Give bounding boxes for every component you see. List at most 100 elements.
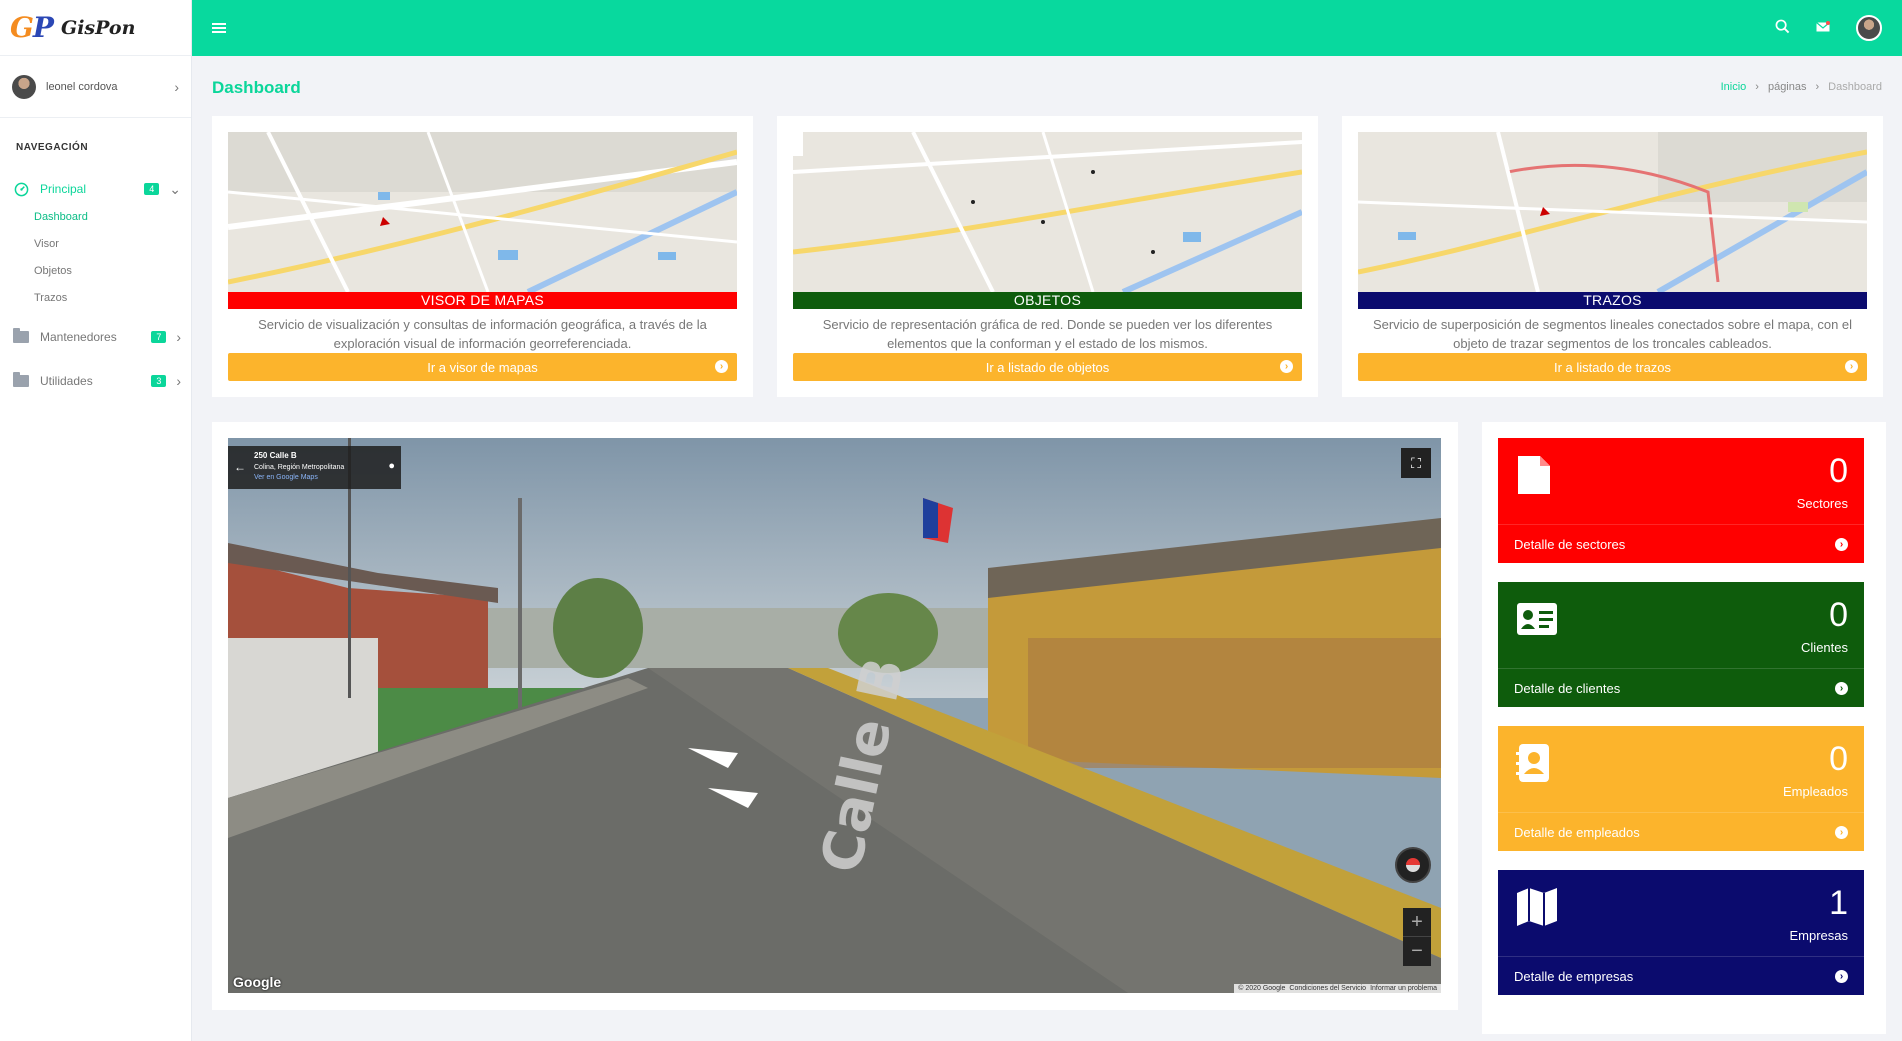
chevron-right-icon: ›: [176, 373, 181, 389]
sidebar: GP GisPon leonel cordova › NAVEGACIÓN Pr…: [0, 0, 192, 1041]
open-visor-button[interactable]: Ir a visor de mapas ›: [228, 353, 737, 381]
link-label: Detalle de sectores: [1514, 536, 1626, 552]
chevron-right-icon: ›: [176, 329, 181, 345]
sidebar-subitem-visor[interactable]: Visor: [0, 231, 191, 258]
card-title-bar: VISOR DE MAPAS: [228, 292, 737, 309]
arrow-circle-right-icon: ›: [1835, 825, 1848, 839]
link-label: Detalle de empleados: [1514, 824, 1640, 840]
card-description: Servicio de visualización y consultas de…: [258, 317, 707, 351]
top-navbar: [192, 0, 1902, 56]
mail-icon[interactable]: [1816, 20, 1830, 37]
feature-card-trazos: TRAZOS Servicio de superposición de segm…: [1342, 116, 1883, 397]
logo[interactable]: GP GisPon: [0, 0, 191, 56]
open-objetos-button[interactable]: Ir a listado de objetos ›: [793, 353, 1302, 381]
file-icon: [1518, 456, 1550, 494]
card-description: Servicio de superposición de segmentos l…: [1372, 317, 1853, 351]
sidebar-subitem-dashboard[interactable]: Dashboard: [0, 204, 191, 231]
arrow-circle-right-icon: ›: [1835, 969, 1848, 983]
dashboard-gauge-icon: [12, 180, 30, 198]
sidebar-item-mantenedores[interactable]: Mantenedores 7 ›: [0, 322, 191, 352]
arrow-circle-right-icon: ›: [1845, 360, 1858, 373]
chevron-down-icon: ⌄: [169, 180, 181, 197]
arrow-circle-right-icon: ›: [1835, 537, 1848, 551]
stat-value: 0: [1829, 596, 1848, 634]
arrow-circle-right-icon: ›: [715, 360, 728, 373]
streetview-viewer[interactable]: Calle B ← 250 Calle B Colina, Región Met…: [228, 438, 1441, 993]
folder-icon: [12, 372, 30, 390]
breadcrumb-current: Dashboard: [1828, 81, 1882, 93]
stat-box-empresas: 1 Empresas Detalle de empresas ›: [1498, 870, 1864, 995]
stat-label: Empresas: [1789, 928, 1848, 943]
stat-label: Sectores: [1796, 496, 1848, 511]
fullscreen-button[interactable]: ⛶: [1401, 448, 1431, 478]
logo-mark: GP: [10, 11, 54, 44]
map-icon: [1517, 888, 1557, 926]
button-label: Ir a listado de objetos: [985, 359, 1110, 375]
sidebar-item-label: Utilidades: [40, 374, 93, 388]
streetview-address-box: ← 250 Calle B Colina, Región Metropolita…: [228, 446, 401, 489]
avatar[interactable]: [1856, 15, 1882, 41]
google-maps-link[interactable]: Ver en Google Maps: [254, 473, 344, 483]
breadcrumb-link-inicio[interactable]: Inicio: [1721, 81, 1747, 93]
sidebar-subitem-objetos[interactable]: Objetos: [0, 258, 191, 285]
sidebar-item-utilidades[interactable]: Utilidades 3 ›: [0, 366, 191, 396]
arrow-circle-right-icon: ›: [1835, 681, 1848, 695]
zoom-in-button[interactable]: +: [1403, 908, 1431, 937]
zoom-out-button[interactable]: −: [1403, 937, 1431, 966]
sidebar-item-principal[interactable]: Principal 4 ⌄: [0, 174, 191, 204]
google-logo: Google: [233, 974, 282, 990]
search-icon[interactable]: [1775, 19, 1790, 38]
open-trazos-button[interactable]: Ir a listado de trazos ›: [1358, 353, 1867, 381]
button-label: Ir a listado de trazos: [1553, 359, 1672, 375]
streetview-region: Colina, Región Metropolitana: [254, 464, 345, 471]
link-label: Detalle de empresas: [1514, 968, 1634, 984]
card-description: Servicio de representación gráfica de re…: [822, 317, 1273, 351]
nav-section-title: NAVEGACIÓN: [16, 142, 89, 153]
chevron-right-icon: ›: [1815, 81, 1820, 93]
stat-value: 1: [1829, 884, 1848, 922]
breadcrumb-item-paginas[interactable]: páginas: [1768, 81, 1807, 93]
compass-icon[interactable]: [1395, 847, 1431, 883]
stat-label: Clientes: [1801, 640, 1848, 655]
back-arrow-icon[interactable]: ←: [234, 460, 246, 474]
breadcrumb: Inicio › páginas › Dashboard: [1721, 81, 1882, 93]
map-thumbnail[interactable]: [793, 132, 1302, 292]
menu-toggle-icon[interactable]: [212, 22, 226, 34]
arrow-circle-right-icon: ›: [1280, 360, 1293, 373]
detail-clientes-link[interactable]: Detalle de clientes ›: [1498, 668, 1864, 707]
chevron-right-icon: ›: [174, 78, 179, 95]
map-credits: © 2020 Google Condiciones del Servicio I…: [1234, 984, 1441, 993]
count-badge: 3: [151, 375, 167, 387]
streetview-address: 250 Calle B: [254, 451, 297, 460]
folder-icon: [12, 328, 30, 346]
link-label: Detalle de clientes: [1514, 680, 1621, 696]
card-title-bar: TRAZOS: [1358, 292, 1867, 309]
report-problem-link[interactable]: Informar un problema: [1370, 985, 1437, 992]
contact-book-icon: [1516, 744, 1549, 782]
terms-link[interactable]: Condiciones del Servicio: [1289, 985, 1366, 992]
button-label: Ir a visor de mapas: [427, 359, 538, 375]
feature-card-visor: VISOR DE MAPAS Servicio de visualización…: [212, 116, 753, 397]
copyright-text: © 2020 Google: [1238, 985, 1286, 992]
card-title-bar: OBJETOS: [793, 292, 1302, 309]
sidebar-subitem-trazos[interactable]: Trazos: [0, 285, 191, 312]
streetview-panel: Calle B ← 250 Calle B Colina, Región Met…: [212, 422, 1458, 1010]
map-pin-icon: ●: [388, 460, 395, 472]
page-title: Dashboard: [212, 78, 301, 97]
detail-empresas-link[interactable]: Detalle de empresas ›: [1498, 956, 1864, 995]
id-card-icon: [1517, 603, 1557, 635]
feature-card-objetos: OBJETOS Servicio de representación gráfi…: [777, 116, 1318, 397]
detail-sectores-link[interactable]: Detalle de sectores ›: [1498, 524, 1864, 563]
count-badge: 7: [151, 331, 167, 343]
sidebar-item-label: Mantenedores: [40, 330, 117, 344]
map-thumbnail[interactable]: [1358, 132, 1867, 292]
stat-box-clientes: 0 Clientes Detalle de clientes ›: [1498, 582, 1864, 707]
count-badge: 4: [144, 183, 160, 195]
stat-value: 0: [1829, 452, 1848, 490]
map-thumbnail[interactable]: [228, 132, 737, 292]
detail-empleados-link[interactable]: Detalle de empleados ›: [1498, 812, 1864, 851]
stat-label: Empleados: [1782, 784, 1848, 799]
user-profile[interactable]: leonel cordova ›: [0, 56, 191, 118]
avatar: [12, 74, 36, 99]
user-name: leonel cordova: [46, 80, 118, 93]
